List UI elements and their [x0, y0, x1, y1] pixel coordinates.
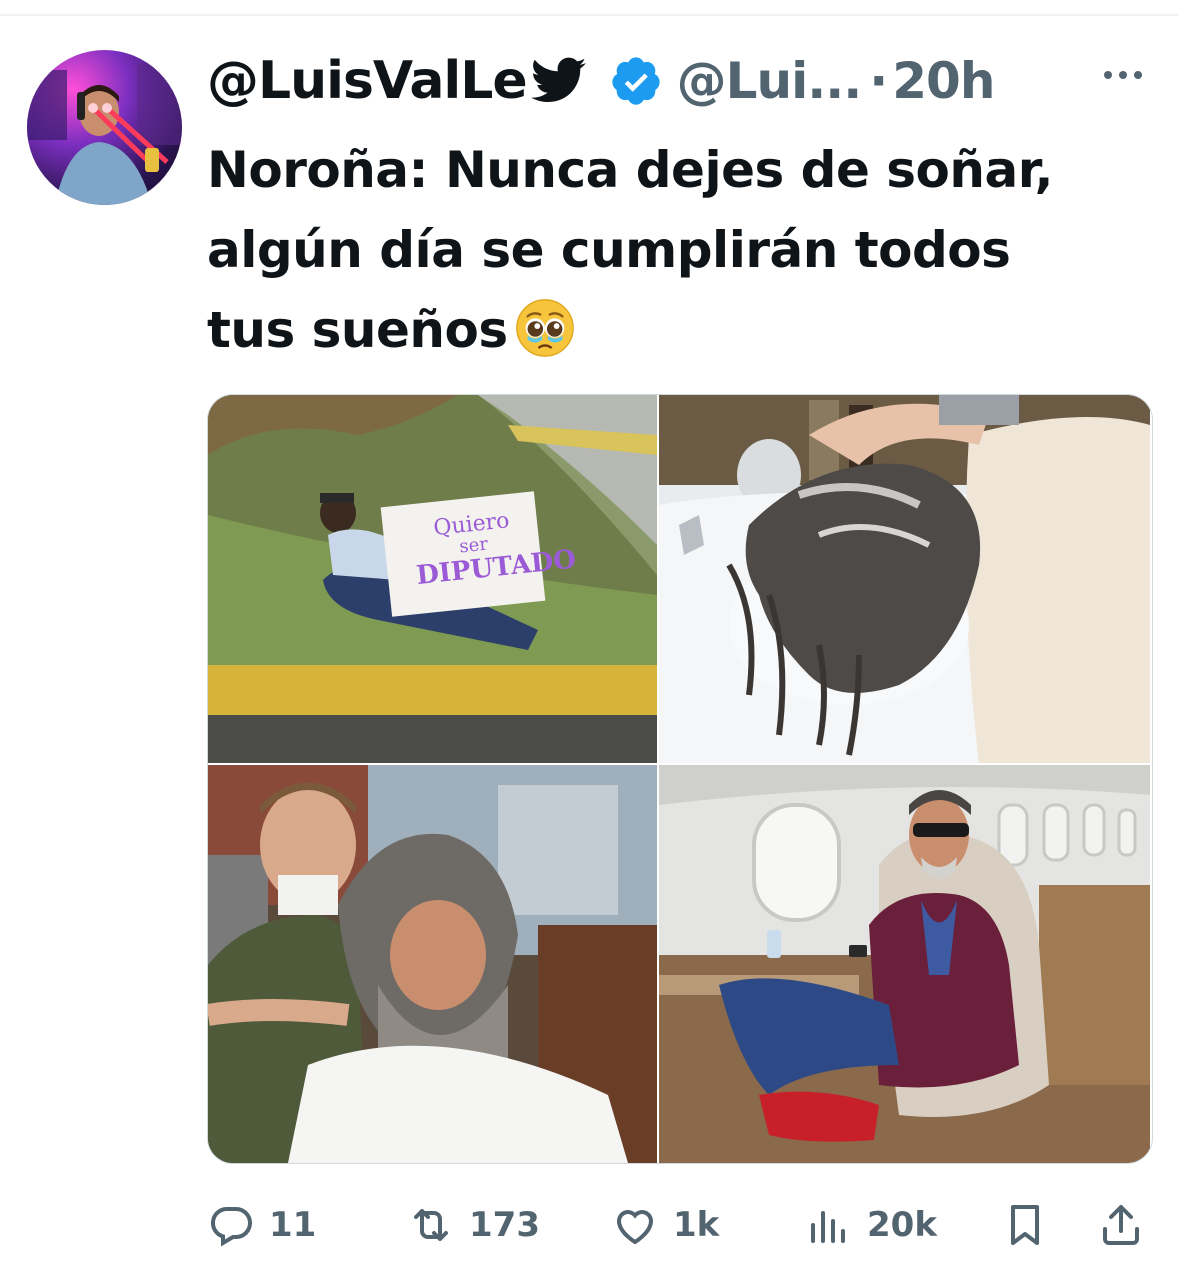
- photo-hair-wash: [659, 395, 1150, 763]
- media-grid: Quiero ser DIPUTADO: [207, 394, 1153, 1164]
- like-button[interactable]: 1k: [611, 1196, 719, 1254]
- more-options-icon[interactable]: [1098, 60, 1148, 90]
- share-button[interactable]: [1097, 1196, 1145, 1254]
- twitter-bird-icon: [530, 57, 586, 102]
- like-count: 1k: [673, 1205, 720, 1245]
- sign-text: Quiero ser DIPUTADO: [411, 507, 577, 591]
- tweet-actions-bar: 11 173 1k 20k: [207, 1196, 1151, 1254]
- reply-button[interactable]: 11: [207, 1196, 316, 1254]
- top-divider: [0, 14, 1179, 16]
- avatar[interactable]: [27, 50, 182, 205]
- tweet-text-line: tus sueños: [207, 290, 1157, 370]
- media-photo-1[interactable]: Quiero ser DIPUTADO: [208, 395, 657, 763]
- retweet-icon: [414, 1209, 448, 1241]
- views-chart-icon: [811, 1211, 845, 1243]
- verified-badge-icon: [612, 57, 660, 105]
- share-icon: [1103, 1205, 1139, 1245]
- views-button[interactable]: 20k: [805, 1196, 937, 1254]
- media-photo-4[interactable]: [659, 765, 1150, 1163]
- heart-icon: [616, 1210, 654, 1245]
- timestamp[interactable]: 20h: [892, 52, 995, 110]
- reply-count: 11: [269, 1205, 317, 1245]
- tweet-text-line: Noroña: Nunca dejes de soñar,: [207, 141, 1054, 199]
- tweet-text-line-3: tus sueños: [207, 301, 508, 359]
- pleading-face-emoji: [515, 299, 574, 357]
- separator-dot: ·: [869, 52, 889, 110]
- tweet-text-line: algún día se cumplirán todos: [207, 221, 1011, 279]
- media-photo-3[interactable]: [208, 765, 657, 1163]
- handle[interactable]: @Lui...: [677, 52, 863, 110]
- media-photo-2[interactable]: [659, 395, 1150, 763]
- views-count: 20k: [867, 1205, 937, 1245]
- reply-icon: [210, 1207, 252, 1247]
- bookmark-icon: [1011, 1205, 1039, 1245]
- display-name[interactable]: @LuisValLe: [207, 51, 528, 111]
- tweet-header: @LuisValLe @Lui... · 20h: [207, 46, 995, 116]
- photo-private-jet: [659, 765, 1150, 1163]
- retweet-count: 173: [469, 1205, 540, 1245]
- tweet-text: Noroña: Nunca dejes de soñar, algún día …: [207, 130, 1157, 370]
- bookmark-button[interactable]: [1001, 1196, 1049, 1254]
- photo-barber: [208, 765, 657, 1163]
- retweet-button[interactable]: 173: [407, 1196, 540, 1254]
- avatar-image: [27, 65, 182, 205]
